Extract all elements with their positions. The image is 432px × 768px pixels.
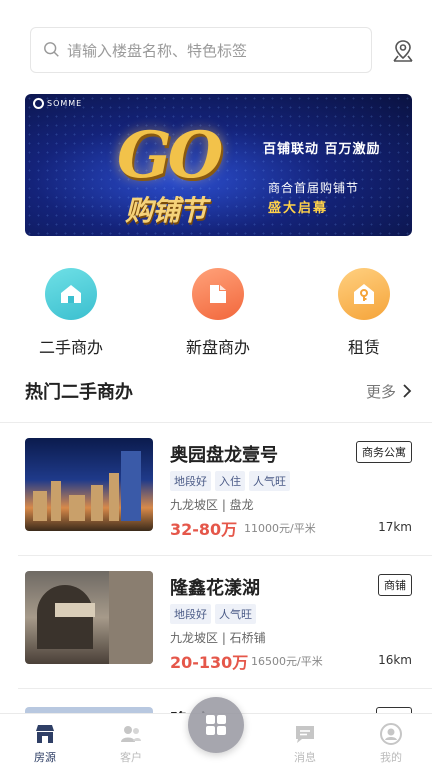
banner-line-2: 商合首届购铺节 [268,181,360,195]
tab-profile[interactable]: 我的 [361,722,421,765]
category-label: 租赁 [347,338,380,357]
listing-type-badge: 商铺 [378,574,412,596]
tab-clients[interactable]: 客户 [101,722,161,765]
listing-tags: 地段好 入住 人气旺 [170,471,290,491]
listing-unit-price: 16500元/平米 [251,655,323,668]
listing-type-badge: 商务公寓 [356,441,412,463]
document-icon [192,268,244,320]
category-secondhand[interactable]: 二手商办 [16,268,126,358]
banner-line-3: 盛大启幕 [268,201,329,216]
message-icon [296,726,314,743]
category-row: 二手商办 新盘商办 租赁 [0,268,432,358]
listing-location: 九龙坡区 | 石桥铺 [170,631,266,645]
feature-tag: 人气旺 [249,471,290,491]
listing-tags: 地段好 人气旺 [170,604,256,624]
search-placeholder: 请输入楼盘名称、特色标签 [67,41,248,60]
section-title: 热门二手商办 [25,382,133,403]
banner-line-1: 百铺联动 百万激励 [263,142,381,157]
center-action-button[interactable] [188,697,244,753]
divider [18,688,432,689]
more-label: 更多 [365,382,396,401]
key-house-icon [338,268,390,320]
banner-headline-sub: 购铺节 [125,194,207,227]
category-rental[interactable]: 租赁 [309,268,419,358]
tab-label: 消息 [294,751,316,764]
location-pin-icon[interactable] [390,38,416,64]
feature-tag: 入住 [215,471,245,491]
listing-photo [25,438,153,531]
chevron-right-icon [403,384,412,398]
search-row: 请输入楼盘名称、特色标签 [0,0,432,88]
listing-item[interactable]: 隆鑫花漾湖 商铺 地段好 人气旺 九龙坡区 | 石桥铺 20-130万 1650… [0,556,432,688]
tab-listings[interactable]: 房源 [15,722,75,765]
tab-messages[interactable]: 消息 [275,722,335,765]
brand-logo: SOMME [33,98,82,109]
feature-tag: 人气旺 [215,604,256,624]
category-label: 新盘商办 [185,338,250,357]
tab-label: 我的 [380,751,402,764]
profile-icon [380,723,402,745]
listing-location: 九龙坡区 | 盘龙 [170,498,254,512]
listing-item[interactable]: 奥园盘龙壹号 商务公寓 地段好 入住 人气旺 九龙坡区 | 盘龙 32-80万 … [0,423,432,555]
tab-label: 房源 [34,751,56,764]
users-icon [121,726,141,742]
search-input[interactable]: 请输入楼盘名称、特色标签 [30,27,372,73]
listing-price: 20-130万 [170,653,249,672]
more-link[interactable]: 更多 [366,381,412,402]
banner-headline: GO [117,118,223,193]
category-label: 二手商办 [38,338,103,357]
listing-photo [25,571,153,664]
feature-tag: 地段好 [170,471,211,491]
grid-icon [206,715,226,735]
tab-label: 客户 [120,751,142,764]
listing-title: 奥园盘龙壹号 [170,445,278,466]
listing-distance: 16km [378,653,412,667]
listing-price: 32-80万 [170,520,238,539]
listing-unit-price: 11000元/平米 [244,522,316,535]
storefront-icon [36,725,54,743]
category-new[interactable]: 新盘商办 [163,268,273,358]
feature-tag: 地段好 [170,604,211,624]
house-icon [45,268,97,320]
listing-title: 隆鑫花漾湖 [170,578,260,599]
promo-banner[interactable]: SOMME GO 购铺节 百铺联动 百万激励 商合首届购铺节 盛大启幕 [25,94,412,236]
section-header: 热门二手商办 更多 [25,377,412,405]
listing-distance: 17km [378,520,412,534]
search-icon [44,42,59,57]
